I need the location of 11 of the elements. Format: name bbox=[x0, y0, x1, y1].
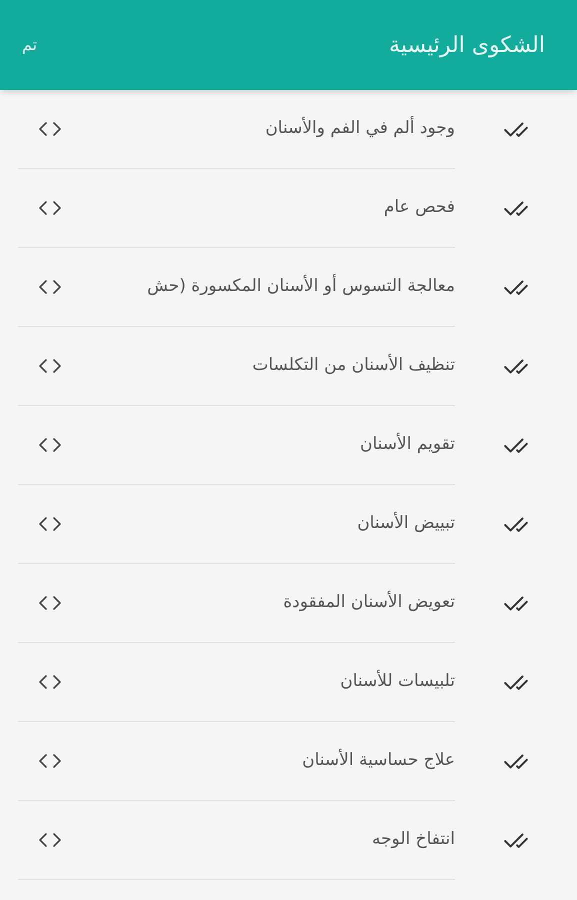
complaint-label[interactable]: تلبيسات للأسنان bbox=[340, 669, 455, 695]
complaint-label[interactable]: علاج حساسية الأسنان bbox=[302, 748, 455, 774]
complaint-label[interactable]: تقويم الأسنان bbox=[360, 432, 455, 458]
complaint-label[interactable]: تنظيف الأسنان من التكلسات bbox=[252, 353, 455, 379]
complaint-label[interactable]: معالجة التسوس أو الأسنان المكسورة (حش bbox=[147, 274, 455, 300]
complaint-label[interactable]: تعويض الأسنان المفقودة bbox=[283, 590, 455, 616]
complaint-label[interactable]: انتفاخ الوجه bbox=[372, 827, 455, 853]
screen-title: الشكوى الرئيسية bbox=[389, 32, 545, 60]
complaint-label[interactable]: فحص عام bbox=[384, 195, 455, 221]
complaint-label[interactable]: وجود ألم في الفم والأسنان bbox=[265, 116, 455, 142]
complaint-label[interactable]: تبييض الأسنان bbox=[357, 511, 455, 537]
